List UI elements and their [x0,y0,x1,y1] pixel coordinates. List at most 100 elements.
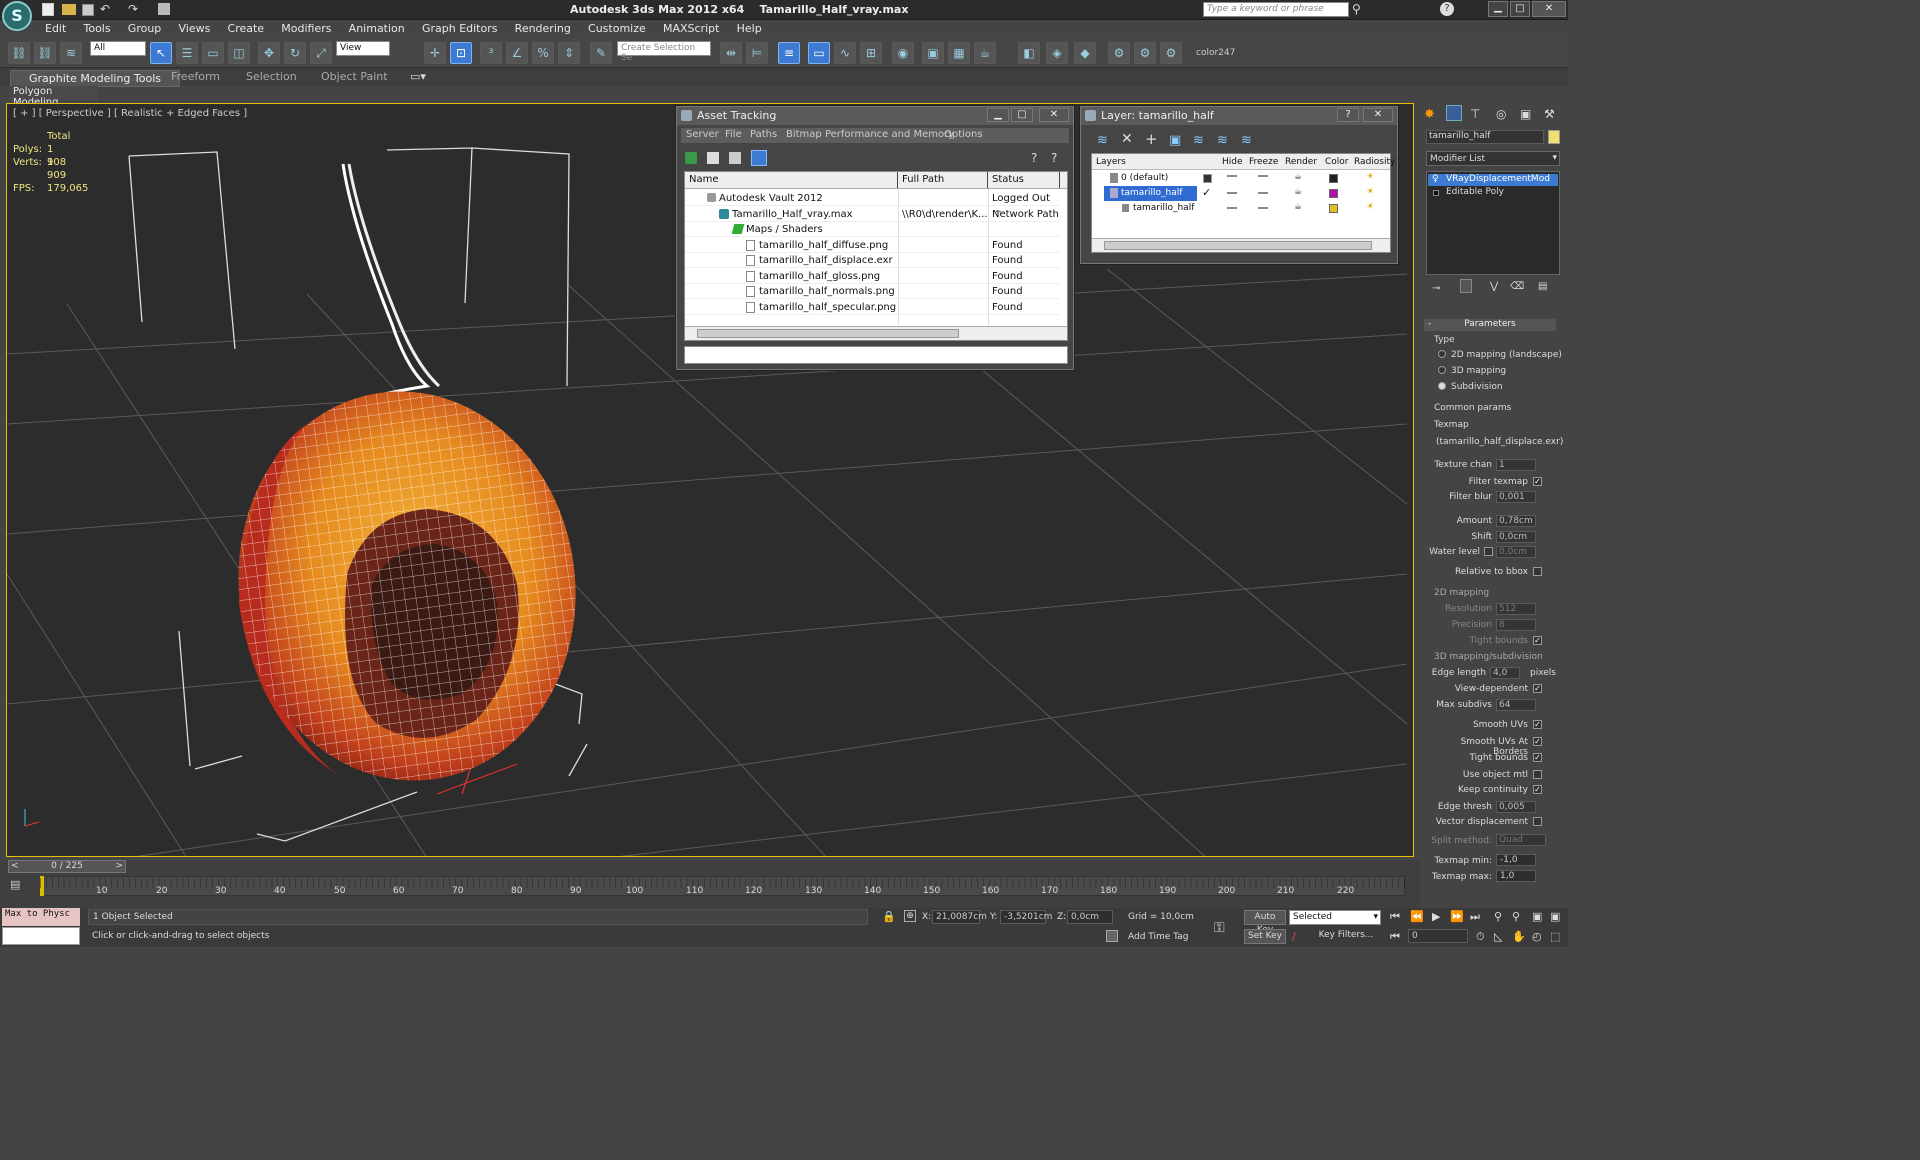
menu-animation[interactable]: Animation [342,20,412,37]
freeze-toggle-icon[interactable] [1258,192,1268,194]
menu-create[interactable]: Create [221,20,272,37]
time-slider-next-icon[interactable]: > [115,861,123,871]
asset-list-view-icon[interactable] [707,152,719,164]
pan-icon[interactable]: ✋ [1512,930,1526,943]
close-button[interactable]: ✕ [1532,1,1566,17]
amount-spinner[interactable]: 0,78cm [1496,515,1536,527]
radiosity-icon[interactable]: ☀ [1366,202,1374,212]
menu-graph-editors[interactable]: Graph Editors [415,20,505,37]
asset-path-field[interactable] [684,346,1068,364]
key-mode-dropdown[interactable]: Selected ▾ [1289,910,1381,925]
quick-access-save-icon[interactable] [82,4,94,16]
texmap-min-spinner[interactable]: -1,0 [1496,854,1536,866]
relative-bbox-checkbox[interactable] [1533,567,1542,576]
mirror-icon[interactable]: ⇹ [720,42,742,64]
make-unique-icon[interactable]: ⋁ [1490,281,1498,292]
zoom-all-icon[interactable]: ⚲ [1512,910,1520,923]
tab-object-paint[interactable]: Object Paint [321,70,388,83]
modifier-list-dropdown[interactable]: Modifier List ▾ [1426,151,1560,166]
plugin-tool-3-icon[interactable]: ◆ [1074,42,1096,64]
vector-displacement-label[interactable]: Vector displacement [1424,817,1528,827]
graphite-toggle-icon[interactable]: ▭ [808,42,830,64]
precision-spinner[interactable]: 8 [1496,619,1536,631]
previous-frame-icon[interactable]: ⏪ [1410,910,1424,923]
y-coordinate-field[interactable]: -3,5201cm [1000,910,1052,924]
maxscript-listener-box[interactable]: Max to Physc [2,908,80,926]
modify-tab-icon[interactable] [1446,105,1462,121]
current-frame-field[interactable]: 0 [1408,929,1468,943]
auto-key-button[interactable]: Auto Key [1244,910,1286,935]
zoom-extents-icon[interactable]: ▣ [1532,910,1542,923]
scrollbar-thumb[interactable] [697,329,959,338]
column-header-radiosity[interactable]: Radiosity [1354,157,1395,167]
vector-displacement-checkbox[interactable] [1533,817,1542,826]
asset-menu-options[interactable]: Options [944,129,983,140]
scrollbar-thumb[interactable] [1104,241,1372,250]
filter-blur-spinner[interactable]: 0,001 [1496,491,1536,503]
column-header-status[interactable]: Status [988,172,1060,188]
time-slider-prev-icon[interactable]: < [11,861,19,871]
freeze-toggle-icon[interactable] [1258,207,1268,209]
set-key-icon[interactable]: ⚿ [1214,920,1225,936]
z-coordinate-field[interactable]: 0,0cm [1067,910,1113,924]
plugin-tool-4-icon[interactable]: ⚙ [1108,42,1130,64]
column-header-name[interactable]: Name [685,172,898,188]
stack-item-editable-poly[interactable]: Editable Poly [1428,187,1558,199]
layer-new-icon[interactable]: ≋ [1097,133,1108,148]
table-row[interactable]: Autodesk Vault 2012 Logged Out ... [685,191,1060,215]
set-key-button[interactable]: Set Key [1244,929,1286,944]
manipulate-icon[interactable]: ⊡ [450,42,472,64]
next-frame-icon[interactable]: ⏩ [1450,910,1464,923]
tab-freeform[interactable]: Freeform [171,70,220,83]
shift-spinner[interactable]: 0,0cm [1496,531,1536,543]
table-row[interactable]: tamarillo_half_specular.png Found [685,300,1060,315]
scale-icon[interactable]: ⤢ [310,42,332,64]
layer-add-icon[interactable]: + [1145,130,1158,148]
field-of-view-icon[interactable]: ◺ [1494,930,1502,943]
schematic-view-icon[interactable]: ⊞ [860,42,882,64]
table-row[interactable]: Maps / Shaders [685,222,1060,237]
asset-close-button[interactable]: ✕ [1039,108,1069,122]
tight-bounds-2d-checkbox[interactable]: ✓ [1533,636,1542,645]
hide-toggle-icon[interactable] [1227,175,1237,177]
render-toggle-icon[interactable]: ☕ [1294,172,1302,182]
keep-continuity-label[interactable]: Keep continuity [1424,785,1528,795]
view-dependent-label[interactable]: View-dependent [1424,684,1528,694]
plugin-tool-6-icon[interactable]: ⚙ [1160,42,1182,64]
rotate-icon[interactable]: ↻ [284,42,306,64]
key-filters-button[interactable]: Key Filters... [1310,929,1382,944]
maximize-viewport-icon[interactable]: ⬚ [1550,930,1560,943]
asset-menu-file[interactable]: File [725,129,742,140]
absolute-mode-icon[interactable]: ⊕ [904,910,916,922]
texmap-max-spinner[interactable]: 1,0 [1496,870,1536,882]
layer-current-check-icon[interactable]: ✓ [1202,186,1211,199]
rect-selection-icon[interactable]: ▭ [202,42,224,64]
x-coordinate-field[interactable]: 21,0087cm [932,910,987,924]
render-production-icon[interactable]: ☕ [974,42,996,64]
asset-menu-paths[interactable]: Paths [750,129,777,140]
curve-editor-icon[interactable]: ∿ [834,42,856,64]
asset-refresh-icon[interactable] [685,152,697,164]
layer-close-button[interactable]: ✕ [1363,108,1393,122]
selection-filter-dropdown[interactable]: All [90,41,146,56]
tight-bounds-2d-label[interactable]: Tight bounds [1424,636,1528,646]
radio-2d-mapping-label[interactable]: 2D mapping (landscape) [1451,350,1562,360]
edge-length-spinner[interactable]: 4,0 [1490,667,1520,679]
object-color-swatch[interactable] [1548,130,1560,144]
freeze-toggle-icon[interactable] [1258,175,1268,177]
quick-access-open-icon[interactable] [62,4,76,15]
column-header-layers[interactable]: Layers [1096,157,1126,167]
column-header-color[interactable]: Color [1325,157,1349,167]
max-subdivs-spinner[interactable]: 64 [1496,699,1536,711]
bind-spacewarp-icon[interactable]: ≋ [60,42,82,64]
view-dependent-checkbox[interactable]: ✓ [1533,684,1542,693]
project-folder-icon[interactable] [158,3,170,15]
menu-group[interactable]: Group [121,20,169,37]
plugin-tool-1-icon[interactable]: ◧ [1018,42,1040,64]
column-header-freeze[interactable]: Freeze [1249,157,1278,167]
key-mode-toggle-icon[interactable]: ⏮ [1390,930,1400,944]
layer-row[interactable]: 0 (default) ☕ ☀ [1092,171,1390,186]
pin-stack-icon[interactable]: ⊸ [1432,283,1440,294]
undo-icon[interactable]: ↶ [100,2,110,16]
table-row[interactable]: Tamarillo_Half_vray.max \\R0\d\render\K.… [685,207,1060,222]
